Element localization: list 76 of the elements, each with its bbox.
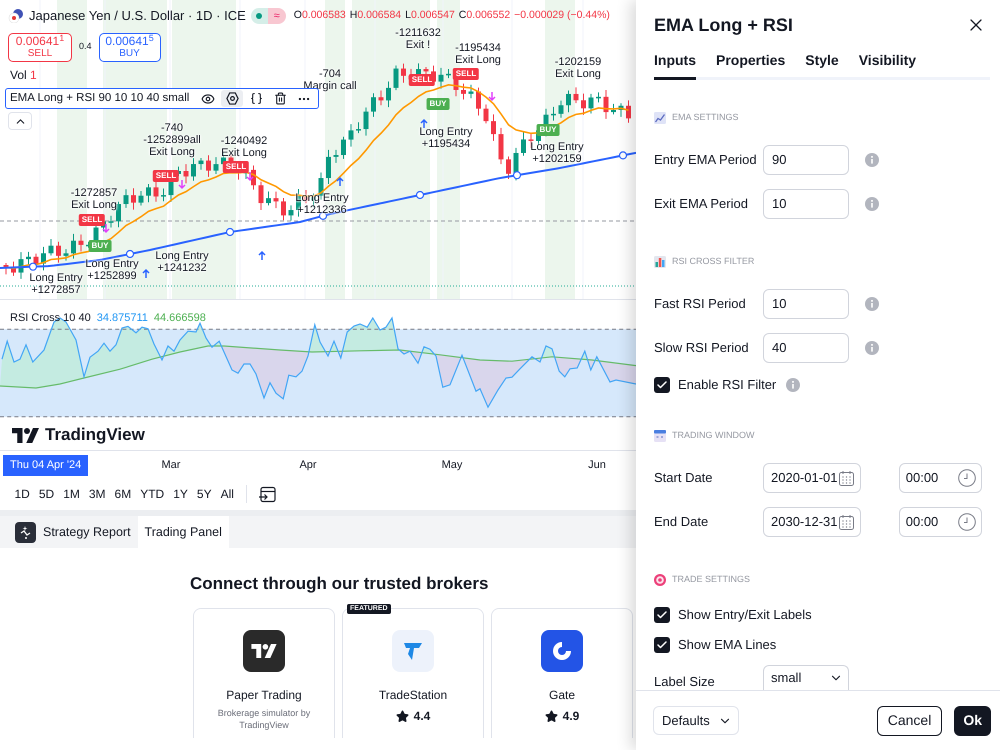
broker-rating: 4.9 [562,708,580,725]
dialog-tab[interactable]: Visibility [858,50,916,80]
defaults-select[interactable]: Defaults [653,706,739,735]
sparkle-chart-icon [15,522,36,542]
field-label: Exit EMA Period [654,195,749,214]
month-label: Apr [299,458,317,473]
panel-tab[interactable]: Trading Panel [138,516,229,548]
ring-icon [550,639,574,663]
check-icon [656,379,668,391]
checkbox[interactable] [654,377,670,393]
range-button[interactable]: YTD [136,485,169,503]
target-icon [654,574,666,586]
range-button[interactable]: 5D [34,485,59,503]
date-field[interactable]: 2030-12-31 [763,507,861,537]
field-label: Slow RSI Period [654,339,750,358]
month-label: May [442,458,462,473]
field-label: End Date [654,513,710,532]
broker-name: TradeStation [378,687,448,704]
dialog-tab[interactable]: Properties [716,50,786,80]
crosshair-date-label: Thu 04 Apr '24 [3,455,88,476]
number-field[interactable]: 10 [763,289,849,319]
panel-tab[interactable]: Strategy Report [8,516,138,548]
broker-card[interactable]: Gate 4.9 [491,608,633,738]
range-button[interactable]: 1M [58,485,84,503]
ok-button[interactable]: Ok [954,706,991,736]
check-icon [656,639,668,651]
dialog-title: EMA Long + RSI [654,14,793,37]
number-field[interactable]: 10 [763,189,849,219]
broker-card[interactable]: Paper Trading Brokerage simulator by TradingView [193,608,335,738]
dialog-tab[interactable]: Style [805,50,839,80]
checkbox[interactable] [654,637,670,653]
section-title: EMA SETTINGS [672,111,739,124]
month-label: Mar [162,458,180,473]
star-icon [396,710,409,722]
checkbox-label: Show EMA Lines [678,636,776,654]
time-field[interactable]: 00:00 [898,507,982,537]
range-button[interactable]: 5Y [192,485,216,503]
time-field[interactable]: 00:00 [898,463,982,493]
clock-icon [958,513,976,531]
swoosh-icon [402,640,424,662]
calendar-icon [654,430,666,442]
checkbox-label: Show Entry/Exit Labels [678,606,812,624]
star-icon [544,710,558,722]
month-label: Jun [588,458,606,473]
broker-name: Paper Trading [226,687,302,704]
cancel-button[interactable]: Cancel [876,706,942,736]
number-field[interactable]: 40 [763,333,849,363]
range-button[interactable]: All [216,485,238,503]
field-label: Fast RSI Period [654,295,747,314]
field-label: Entry EMA Period [654,151,758,170]
check-icon [656,609,668,621]
range-button[interactable]: 1D [10,485,34,503]
label-size-select[interactable]: small [763,665,849,690]
tv-mark-icon [251,644,277,658]
dialog-tab[interactable]: Inputs [654,50,696,80]
field-label: Start Date [654,469,714,488]
line-chart-icon [654,112,666,124]
broker-rating: 4.4 [414,708,430,725]
bar-chart-icon [654,256,666,268]
checkbox[interactable] [654,607,670,623]
broker-description: Brokerage simulator by TradingView [216,707,312,731]
checkbox-label: Enable RSI Filter [678,376,776,394]
broker-name: Gate [548,687,575,704]
range-button[interactable]: 6M [110,485,136,503]
section-heading: Connect through our trusted brokers [190,573,488,595]
calendar-icon [838,514,854,530]
clock-icon [958,469,976,487]
date-field[interactable]: 2020-01-01 [763,463,861,493]
range-button[interactable]: 3M [84,485,110,503]
section-title: TRADE SETTINGS [672,573,750,586]
calendar-icon [838,470,854,486]
number-field[interactable]: 90 [763,145,849,175]
field-label: Label Size [654,673,716,690]
range-button[interactable]: 1Y [168,485,192,503]
section-title: TRADING WINDOW [672,429,754,442]
section-title: RSI CROSS FILTER [672,255,754,268]
